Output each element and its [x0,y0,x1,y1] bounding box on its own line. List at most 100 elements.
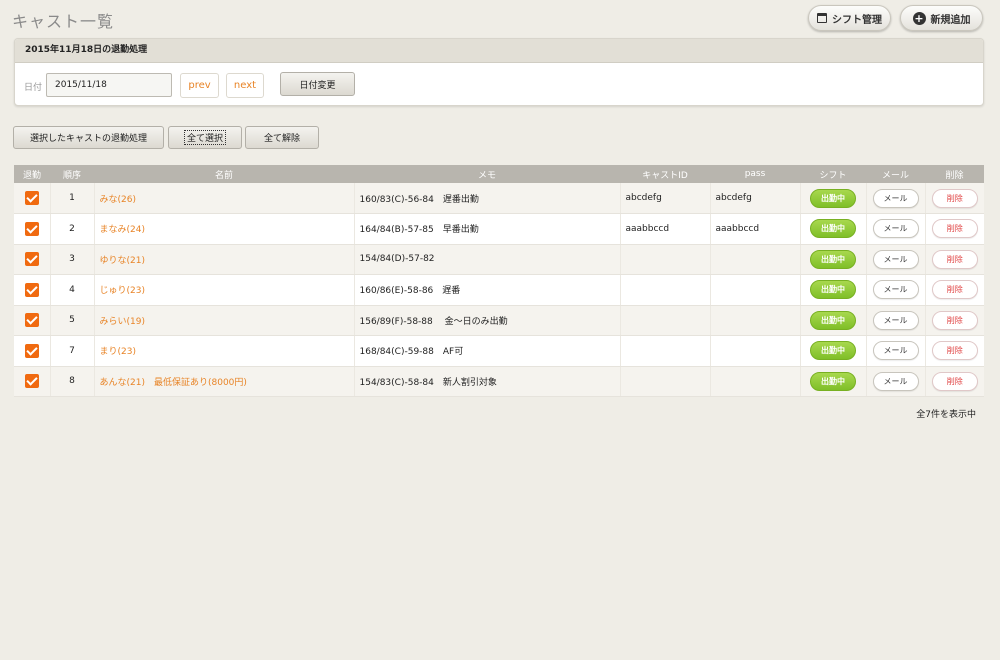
checkout-checkbox[interactable] [24,282,39,297]
header-delete: 削除 [925,165,984,183]
header-memo: メモ [354,165,620,183]
cast-id-cell [620,305,711,336]
panel-title: 2015年11月18日の退勤処理 [15,39,983,63]
cast-id-cell [620,244,711,275]
table-row: 2 まなみ(24) 164/84(B)-57-85 早番出勤 aaabbccd aaab… [14,213,984,245]
order-cell: 5 [50,305,95,336]
page-title: キャスト一覧 [12,12,115,31]
name-cell: みな(26) [94,183,355,214]
shift-cell: 出勤中 [800,244,867,275]
shift-cell: 出勤中 [800,213,867,245]
select-all-button[interactable]: 全て選択 [168,126,242,149]
date-change-button[interactable]: 日付変更 [280,72,355,96]
pass-cell [710,366,801,397]
order-cell: 1 [50,183,95,214]
mail-cell: メール [866,335,926,367]
shift-status-button[interactable]: 出勤中 [810,280,856,300]
mail-cell: メール [866,244,926,275]
prev-button[interactable]: prev [180,73,219,98]
delete-button[interactable]: 削除 [931,371,978,391]
shift-status-button[interactable]: 出勤中 [810,371,856,391]
pass-cell [710,274,801,306]
cast-name-link[interactable]: まなみ(24) [100,225,145,235]
mail-cell: メール [866,274,926,306]
cast-name-link[interactable]: まり(23) [100,347,136,357]
delete-button[interactable]: 削除 [931,341,978,361]
order-cell: 2 [50,213,95,245]
cast-id-cell [620,366,711,397]
mail-button[interactable]: メール [872,310,919,330]
delete-button[interactable]: 削除 [931,310,978,330]
memo-cell: 164/84(B)-57-85 早番出勤 [354,213,621,245]
add-new-label: 新規追加 [930,14,971,26]
delete-button[interactable]: 削除 [931,280,978,300]
cast-id-cell [620,335,711,367]
pass-cell [710,305,801,336]
mail-cell: メール [866,305,926,336]
mail-button[interactable]: メール [872,188,919,208]
header-pass: pass [710,165,800,183]
checkout-cell [14,305,51,336]
mail-button[interactable]: メール [872,249,919,269]
order-cell: 4 [50,274,95,306]
checkout-checkbox[interactable] [24,343,39,358]
shift-cell: 出勤中 [800,183,867,214]
delete-button[interactable]: 削除 [931,219,978,239]
pass-cell: aaabbccd [710,213,801,245]
checkout-selected-button[interactable]: 選択したキャストの退勤処理 [13,126,164,149]
checkout-checkbox[interactable] [24,252,39,267]
order-cell: 3 [50,244,95,275]
shift-status-button[interactable]: 出勤中 [810,310,856,330]
checkout-checkbox[interactable] [24,191,39,205]
delete-cell: 削除 [925,366,984,397]
cast-name-link[interactable]: みな(26) [100,195,136,205]
mail-cell: メール [866,366,926,397]
next-button[interactable]: next [226,73,264,98]
cast-name-link[interactable]: みらい(19) [100,317,145,327]
shift-status-button[interactable]: 出勤中 [810,219,856,239]
add-new-button[interactable]: + 新規追加 [900,5,983,31]
shift-status-button[interactable]: 出勤中 [810,341,856,361]
date-label: 日付 [24,83,43,93]
cast-id-cell [620,274,711,306]
cast-name-link[interactable]: じゅり(23) [100,286,145,296]
mail-cell: メール [866,183,926,214]
delete-button[interactable]: 削除 [931,188,978,208]
checkout-checkbox[interactable] [24,221,39,236]
checkout-checkbox[interactable] [24,313,39,328]
checkout-checkbox[interactable] [24,374,39,389]
shift-management-button[interactable]: シフト管理 [808,5,891,31]
name-cell: あんな(21) 最低保証あり(8000円) [94,366,355,397]
deselect-all-button[interactable]: 全て解除 [245,126,319,149]
checkout-cell [14,366,51,397]
date-input[interactable]: 2015/11/18 [46,73,172,97]
cast-name-link[interactable]: ゆりな(21) [100,256,145,266]
cast-id-cell: abcdefg [620,183,711,214]
header-order: 順序 [50,165,94,183]
cast-name-link[interactable]: あんな(21) 最低保証あり(8000円) [100,378,247,388]
mail-button[interactable]: メール [872,371,919,391]
header-name: 名前 [94,165,354,183]
table-row: 3 ゆりな(21) 154/84(D)-57-82 出勤中 メール 削除 [14,244,984,275]
memo-cell: 168/84(C)-59-88 AF可 [354,335,621,367]
table-row: 5 みらい(19) 156/89(F)-58-88 金〜日のみ出勤 出勤中 メール 削除 [14,305,984,336]
shift-status-button[interactable]: 出勤中 [810,249,856,269]
shift-status-button[interactable]: 出勤中 [810,188,856,208]
checkout-cell [14,335,51,367]
plus-circle-icon: + [912,11,926,25]
mail-button[interactable]: メール [872,219,919,239]
delete-cell: 削除 [925,183,984,214]
name-cell: ゆりな(21) [94,244,355,275]
shift-cell: 出勤中 [800,274,867,306]
header-mail: メール [866,165,925,183]
mail-button[interactable]: メール [872,280,919,300]
header-shift: シフト [800,165,866,183]
name-cell: まり(23) [94,335,355,367]
delete-button[interactable]: 削除 [931,249,978,269]
pass-cell [710,335,801,367]
checkout-cell [14,213,51,245]
mail-cell: メール [866,213,926,245]
mail-button[interactable]: メール [872,341,919,361]
name-cell: じゅり(23) [94,274,355,306]
cast-table: 退勤 順序 名前 メモ キャストID pass シフト メール 削除 1 みな(2… [14,165,984,397]
